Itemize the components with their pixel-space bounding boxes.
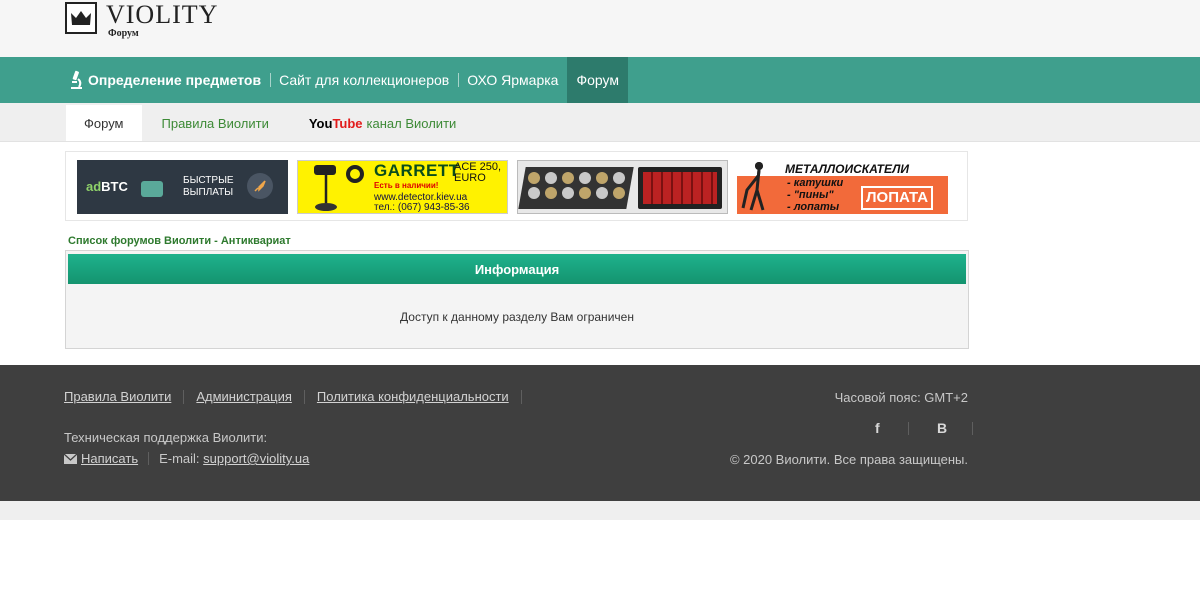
tab-rules[interactable]: Правила Виолити <box>142 105 289 141</box>
garrett-phone: тел.: (067) 943-85-36 <box>374 202 470 213</box>
banner-garrett[interactable]: GARRETT ACE 250, EURO Есть в наличии! ww… <box>297 160 508 214</box>
nav-item-forum[interactable]: Форум <box>567 57 628 103</box>
site-header: VIOLITY Форум <box>0 0 1200 57</box>
site-footer: Правила Виолити Администрация Политика к… <box>0 365 1200 501</box>
coin-case-image <box>638 167 722 209</box>
adbtc-text: ВЫПЛАТЫ <box>183 187 234 198</box>
tab-label: канал Виолити <box>366 115 457 131</box>
footer-link-administration[interactable]: Администрация <box>196 390 305 404</box>
tab-label: Форум <box>84 115 124 131</box>
metal-banner-line: - катушки <box>787 177 844 189</box>
vk-icon[interactable]: В <box>937 420 947 436</box>
youtube-logo-tube: Tube <box>332 115 363 131</box>
copyright-text: © 2020 Виолити. Все права защищены. <box>729 452 968 467</box>
info-panel: Информация Доступ к данному разделу Вам … <box>65 250 969 349</box>
main-nav: Определение предметов Сайт для коллекцио… <box>0 57 1200 103</box>
nav-item-label: Определение предметов <box>88 72 262 88</box>
banner-coin-albums[interactable] <box>517 160 728 214</box>
support-label: Техническая поддержка Виолити: <box>64 430 268 445</box>
nav-item-identification[interactable]: Определение предметов <box>65 57 270 103</box>
tab-forum[interactable]: Форум <box>66 105 142 141</box>
site-logo[interactable]: VIOLITY Форум <box>65 2 218 39</box>
wallet-icon <box>141 181 163 197</box>
sub-nav: Форум Правила Виолити You Tube канал Виоли… <box>0 103 1200 142</box>
banner-metal-detectors[interactable]: МЕТАЛЛОИСКАТЕЛИ - катушки - "пины" - лоп… <box>737 160 948 214</box>
breadcrumb[interactable]: Список форумов Виолити - Антиквариат <box>68 235 291 247</box>
access-denied-message: Доступ к данному разделу Вам ограничен <box>400 310 634 324</box>
support-email-link[interactable]: support@violity.ua <box>203 451 309 466</box>
crown-icon <box>65 2 97 34</box>
nav-item-label: ОХО Ярмарка <box>467 72 559 88</box>
target-icon <box>346 165 364 183</box>
garrett-stock: Есть в наличии! <box>374 181 439 190</box>
metal-detector-icon <box>312 163 340 211</box>
write-support-link[interactable]: Написать <box>81 451 138 466</box>
tab-label: Правила Виолити <box>161 115 269 131</box>
tab-youtube-channel[interactable]: You Tube канал Виолити <box>289 105 476 141</box>
adbtc-text: БЫСТРЫЕ <box>183 175 234 186</box>
facebook-icon[interactable]: f <box>875 420 880 436</box>
social-links: f В <box>860 420 974 440</box>
logo-subtitle: Форум <box>108 28 139 39</box>
metal-banner-line: - "пины" <box>787 189 834 201</box>
banner-adbtc[interactable]: adBTC БЫСТРЫЕ ВЫПЛАТЫ <box>77 160 288 214</box>
footer-link-rules[interactable]: Правила Виолити <box>64 390 185 404</box>
garrett-model: EURO <box>454 172 486 184</box>
logo-title: VIOLITY <box>106 0 219 29</box>
timezone-text: Часовой пояс: GMT+2 <box>834 390 968 405</box>
microscope-icon <box>71 70 82 89</box>
metal-banner-brand: ЛОПАТА <box>861 186 934 210</box>
info-panel-title: Информация <box>68 254 966 284</box>
metal-banner-line: - лопаты <box>787 201 840 213</box>
envelope-icon <box>64 453 77 464</box>
rocket-icon <box>247 173 273 199</box>
youtube-logo-you: You <box>308 115 333 131</box>
metal-banner-title: МЕТАЛЛОИСКАТЕЛИ <box>785 162 909 176</box>
email-label: E-mail: <box>159 451 200 466</box>
bottom-bar <box>0 501 1200 520</box>
adbtc-brand-ad: ad <box>86 179 102 194</box>
nav-item-oxo-fair[interactable]: ОХО Ярмарка <box>458 57 567 103</box>
adbtc-brand-btc: BTC <box>101 179 128 194</box>
nav-item-collectors-site[interactable]: Сайт для коллекционеров <box>270 57 458 103</box>
footer-links: Правила Виолити Администрация Политика к… <box>64 390 534 404</box>
nav-item-label: Форум <box>576 72 619 88</box>
breadcrumb-text[interactable]: Список форумов Виолити - Антиквариат <box>68 235 291 247</box>
nav-item-label: Сайт для коллекционеров <box>279 72 450 88</box>
banner-strip: adBTC БЫСТРЫЕ ВЫПЛАТЫ GARRETT ACE 250, E… <box>65 151 968 221</box>
footer-link-privacy[interactable]: Политика конфиденциальности <box>317 390 522 404</box>
support-contacts: Написать E-mail: support@violity.ua <box>64 451 309 466</box>
garrett-brand: GARRETT <box>374 161 460 180</box>
